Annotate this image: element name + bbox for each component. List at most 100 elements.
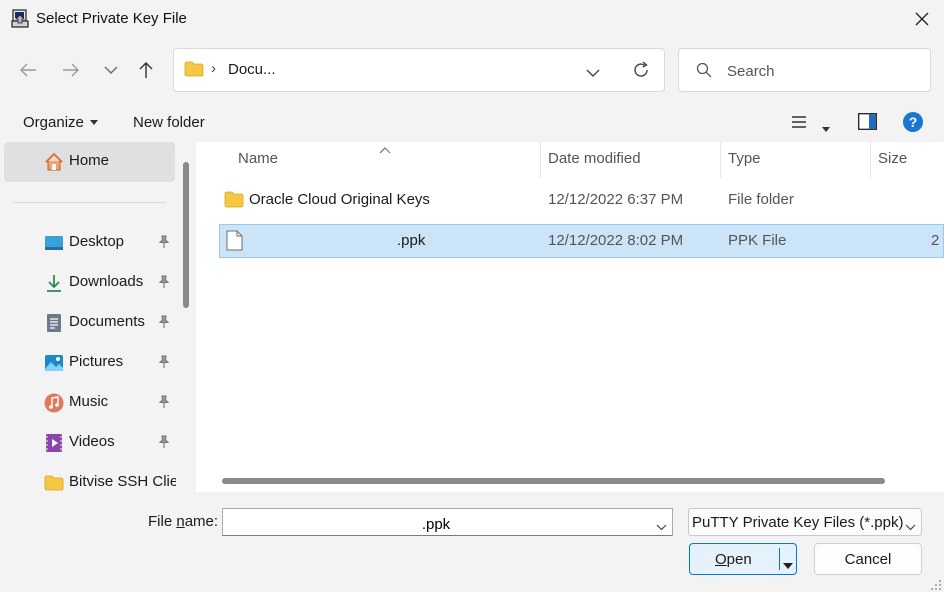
file-type: PPK File — [728, 232, 787, 249]
pin-icon — [157, 235, 171, 249]
organize-button[interactable]: Organize — [23, 114, 98, 131]
pictures-icon — [44, 353, 64, 373]
caret-down-icon — [89, 120, 98, 125]
search-icon — [696, 62, 712, 82]
chevron-down-icon — [586, 69, 600, 77]
putty-app-icon — [10, 9, 30, 29]
view-dropdown[interactable] — [822, 119, 830, 136]
column-header-type[interactable]: Type — [728, 150, 761, 167]
open-options-button[interactable] — [783, 556, 793, 573]
help-icon: ? — [903, 112, 923, 132]
sidebar-item-pictures[interactable]: Pictures — [0, 343, 176, 381]
close-button[interactable] — [904, 4, 940, 34]
home-icon — [44, 152, 64, 172]
file-name: Oracle Cloud Original Keys — [249, 191, 430, 208]
cancel-button[interactable]: Cancel — [814, 543, 922, 575]
arrow-right-icon — [63, 63, 79, 77]
file-list-scrollbar[interactable] — [222, 478, 885, 484]
filename-input[interactable] — [229, 513, 643, 535]
sidebar-divider — [13, 202, 166, 203]
up-button[interactable] — [131, 55, 161, 85]
close-icon — [915, 12, 929, 26]
file-size: 2 — [931, 232, 940, 249]
filename-dropdown[interactable] — [656, 518, 667, 535]
pin-icon — [157, 435, 171, 449]
breadcrumb-path[interactable]: Docu... — [228, 61, 276, 78]
file-type: File folder — [728, 191, 794, 208]
window-title: Select Private Key File — [36, 10, 187, 27]
column-divider[interactable] — [720, 142, 721, 178]
back-button[interactable] — [13, 55, 43, 85]
sidebar-item-label: Videos — [69, 433, 115, 450]
chevron-down-icon — [104, 66, 118, 74]
sidebar-item-home[interactable]: Home — [0, 142, 176, 180]
address-bar[interactable]: › Docu... — [173, 48, 665, 92]
svg-text:?: ? — [909, 114, 918, 130]
sidebar-item-label: Downloads — [69, 273, 144, 290]
filename-label: File name: — [148, 513, 219, 530]
file-date: 12/12/2022 8:02 PM — [548, 232, 684, 249]
arrow-left-icon — [20, 63, 36, 77]
sidebar-item-label: Documents — [69, 313, 145, 330]
videos-icon — [44, 433, 64, 453]
sidebar-item-label: Bitvise SSH Clien — [69, 473, 176, 490]
list-view-icon — [792, 116, 806, 128]
folder-icon — [44, 473, 64, 493]
sidebar-item-label: Music — [69, 393, 109, 410]
filename-combobox[interactable] — [222, 508, 673, 536]
search-input[interactable] — [725, 59, 919, 83]
dialog-footer — [0, 492, 944, 592]
organize-label: Organize — [23, 114, 84, 131]
download-icon — [44, 273, 64, 293]
documents-icon — [44, 313, 64, 333]
sidebar-item-label: Home — [69, 152, 110, 169]
column-divider[interactable] — [540, 142, 541, 178]
sidebar-item-videos[interactable]: Videos — [0, 423, 176, 461]
music-icon — [44, 393, 64, 413]
pin-icon — [157, 275, 171, 289]
open-button[interactable]: Open — [689, 543, 797, 575]
column-header-name[interactable]: Name — [238, 150, 278, 167]
file-row-ppk[interactable]: .ppk 12/12/2022 8:02 PM PPK File 2 — [219, 224, 944, 258]
pin-icon — [157, 395, 171, 409]
sidebar-item-label: Desktop — [69, 233, 125, 250]
chevron-down-icon — [656, 524, 667, 531]
new-folder-button[interactable]: New folder — [133, 114, 205, 131]
folder-icon — [184, 61, 204, 81]
column-header-size[interactable]: Size — [878, 150, 907, 167]
pin-icon — [157, 355, 171, 369]
refresh-button[interactable] — [631, 60, 651, 84]
forward-button[interactable] — [56, 55, 86, 85]
desktop-icon — [44, 233, 64, 253]
filetype-select[interactable]: PuTTY Private Key Files (*.ppk) — [688, 508, 922, 536]
open-label: Open — [715, 551, 752, 568]
file-row-folder[interactable]: Oracle Cloud Original Keys 12/12/2022 6:… — [219, 183, 944, 217]
caret-down-icon — [822, 127, 830, 132]
column-header-date[interactable]: Date modified — [548, 150, 641, 167]
sidebar-scrollbar[interactable] — [183, 162, 189, 308]
view-menu-button[interactable] — [791, 115, 807, 133]
file-name: .ppk — [397, 232, 426, 249]
sidebar-item-music[interactable]: Music — [0, 383, 176, 421]
file-icon — [226, 230, 243, 255]
file-date: 12/12/2022 6:37 PM — [548, 191, 684, 208]
refresh-icon — [634, 61, 648, 77]
sidebar-item-desktop[interactable]: Desktop — [0, 223, 176, 261]
chevron-down-icon — [905, 518, 916, 535]
search-box[interactable] — [678, 48, 931, 92]
resize-grip-icon[interactable] — [930, 578, 942, 595]
help-button[interactable]: ? — [903, 112, 923, 136]
caret-down-icon — [783, 563, 793, 569]
column-divider[interactable] — [870, 142, 871, 178]
sidebar-item-documents[interactable]: Documents — [0, 303, 176, 341]
pin-icon — [157, 315, 171, 329]
sort-ascending-icon — [379, 141, 391, 158]
folder-icon — [224, 191, 244, 212]
recent-locations-button[interactable] — [96, 55, 126, 85]
sidebar-item-downloads[interactable]: Downloads — [0, 263, 176, 301]
preview-pane-button[interactable] — [858, 113, 877, 134]
preview-pane-icon — [858, 113, 877, 130]
filetype-value: PuTTY Private Key Files (*.ppk) — [692, 514, 904, 531]
arrow-up-icon — [139, 62, 153, 78]
address-dropdown[interactable] — [586, 65, 600, 82]
